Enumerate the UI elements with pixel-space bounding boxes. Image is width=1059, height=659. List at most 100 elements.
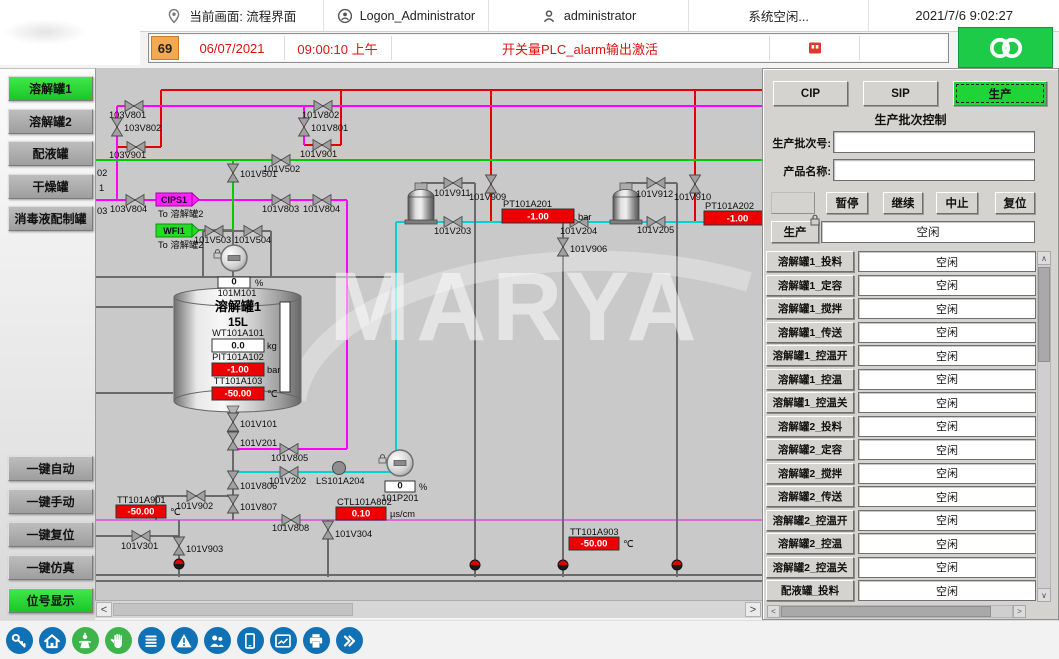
forward-arrows-icon[interactable] [336,627,363,654]
valve-101V911[interactable]: 101V911 [434,178,471,199]
scada-canvas: MARYA溶解罐115LWT101A1010.0kgPIT101A102-1.0… [95,68,762,600]
steps-scroll-left-button[interactable]: < [767,605,780,618]
product-name-input[interactable] [833,159,1035,181]
canvas-scroll-right-button[interactable]: > [745,602,761,617]
sip-button[interactable]: SIP [863,81,938,106]
tablet-icon[interactable] [237,627,264,654]
drain-valve-1[interactable] [470,560,480,570]
step-button-12[interactable]: 溶解罐2_控温 [766,533,854,554]
sidebar-item-tank-3[interactable]: 干燥罐 [8,174,93,199]
sidebar-item-tank-1[interactable]: 溶解罐2 [8,109,93,134]
trend-chart-icon[interactable] [270,627,297,654]
connection-button[interactable] [958,27,1053,68]
drain-valve-2[interactable] [558,560,568,570]
alarm-date: 06/07/2021 [180,36,285,60]
valve-101V504[interactable]: 101V504 [234,226,271,246]
printer-icon[interactable] [303,627,330,654]
canvas-scroll-left-button[interactable]: < [96,602,112,617]
valve-103V802[interactable]: 103V802 [112,118,162,136]
sidebar-item-mode-3[interactable]: 一键仿真 [8,555,93,580]
drain-valve-3[interactable] [672,560,682,570]
step-button-0[interactable]: 溶解罐1_投料 [766,251,854,272]
sidebar-item-tank-0[interactable]: 溶解罐1 [8,76,93,101]
header-logon[interactable]: Logon_Administrator [324,0,490,31]
batch-number-input[interactable] [833,131,1035,153]
start-button[interactable] [771,192,815,214]
edge-label: 1 [99,183,104,193]
valve-103V801[interactable]: 103V801 [109,101,146,121]
valve-101V802[interactable]: 101V802 [302,101,339,121]
cip-button[interactable]: CIP [773,81,848,106]
steps-scroll-right-button[interactable]: > [1013,605,1026,618]
valve-101V205[interactable]: 101V205 [637,217,674,236]
step-button-9[interactable]: 溶解罐2_搅拌 [766,463,854,484]
sidebar-item-mode-0[interactable]: 一键自动 [8,456,93,481]
step-button-13[interactable]: 溶解罐2_控温关 [766,557,854,578]
alarm-indicator-icon [808,41,822,55]
valve-101V101[interactable]: 101V101 [228,413,278,431]
sidebar-item-mode-2[interactable]: 一键复位 [8,522,93,547]
steps-vscroll-thumb[interactable] [1038,267,1050,362]
step-button-8[interactable]: 溶解罐2_定容 [766,439,854,460]
sidebar-item-tank-2[interactable]: 配液罐 [8,141,93,166]
step-button-2[interactable]: 溶解罐1_搅拌 [766,298,854,319]
sidebar-item-mode-4[interactable]: 位号显示 [8,588,93,613]
abort-button[interactable]: 中止 [936,192,978,214]
valve-101V902[interactable]: 101V902 [176,491,213,512]
step-button-14[interactable]: 配液罐_投料 [766,580,854,601]
svg-text:101V902: 101V902 [176,501,213,511]
reset-button[interactable]: 复位 [995,192,1035,214]
svg-text:PT101A202: PT101A202 [705,201,754,211]
step-button-4[interactable]: 溶解罐1_控温开 [766,345,854,366]
valve-101V901[interactable]: 101V901 [300,140,337,160]
svg-text:103V802: 103V802 [124,123,161,133]
valve-101V807[interactable]: 101V807 [228,495,278,513]
valve-101V804[interactable]: 101V804 [303,195,340,215]
svg-text:-1.00: -1.00 [527,212,549,223]
valve-101V806[interactable]: 101V806 [228,471,278,491]
valve-101V201[interactable]: 101V201 [228,432,278,450]
steps-scroll-down-button[interactable]: ∨ [1037,588,1051,602]
robot-icon[interactable] [72,627,99,654]
step-button-1[interactable]: 溶解罐1_定容 [766,275,854,296]
sidebar-item-tank-4[interactable]: 消毒液配制罐 [8,206,93,231]
pause-button[interactable]: 暂停 [826,192,868,214]
valve-101V910[interactable]: 101V910 [674,175,711,202]
key-icon[interactable] [6,627,33,654]
valve-101V808[interactable]: 101V808 [272,515,309,534]
step-state-4: 空闲 [858,345,1036,366]
svg-text:To 溶解罐2: To 溶解罐2 [158,208,203,219]
edge-label: 02 [97,168,107,178]
hand-icon[interactable] [105,627,132,654]
valve-101V803[interactable]: 101V803 [262,195,299,215]
steps-hscroll-thumb[interactable] [781,606,991,617]
valve-101V203[interactable]: 101V203 [434,217,471,237]
step-button-11[interactable]: 溶解罐2_控温开 [766,510,854,531]
valve-101V912[interactable]: 101V912 [636,178,673,200]
valve-103V901[interactable]: 103V901 [109,142,146,161]
users-icon[interactable] [204,627,231,654]
home-icon[interactable] [39,627,66,654]
transfer-pump[interactable]: 0%101P201 [379,450,427,503]
step-button-10[interactable]: 溶解罐2_传送 [766,486,854,507]
steps-scroll-up-button[interactable]: ∧ [1037,251,1051,265]
step-button-7[interactable]: 溶解罐2_投料 [766,416,854,437]
canvas-hscrollbar[interactable]: < > [95,600,762,618]
valve-103V804[interactable]: 103V804 [110,195,147,215]
drain-valve-0[interactable] [174,559,184,569]
menu-list-icon[interactable] [138,627,165,654]
alarm-triangle-icon[interactable] [171,627,198,654]
production-mode-button[interactable]: 生产 [953,81,1047,106]
valve-101V301[interactable]: 101V301 [121,531,158,552]
sidebar-item-mode-1[interactable]: 一键手动 [8,489,93,514]
step-button-6[interactable]: 溶解罐1_控温关 [766,392,854,413]
resume-button[interactable]: 继续 [883,192,923,214]
step-button-3[interactable]: 溶解罐1_传送 [766,322,854,343]
canvas-scroll-thumb[interactable] [113,603,353,616]
valve-101V304[interactable]: 101V304 [323,521,373,539]
step-button-5[interactable]: 溶解罐1_控温 [766,369,854,390]
badge-icon [337,8,353,24]
agitator-motor[interactable]: 0%101M101 [214,245,263,298]
valve-101V906[interactable]: 101V906 [558,238,608,256]
valve-101V903[interactable]: 101V903 [174,537,224,555]
